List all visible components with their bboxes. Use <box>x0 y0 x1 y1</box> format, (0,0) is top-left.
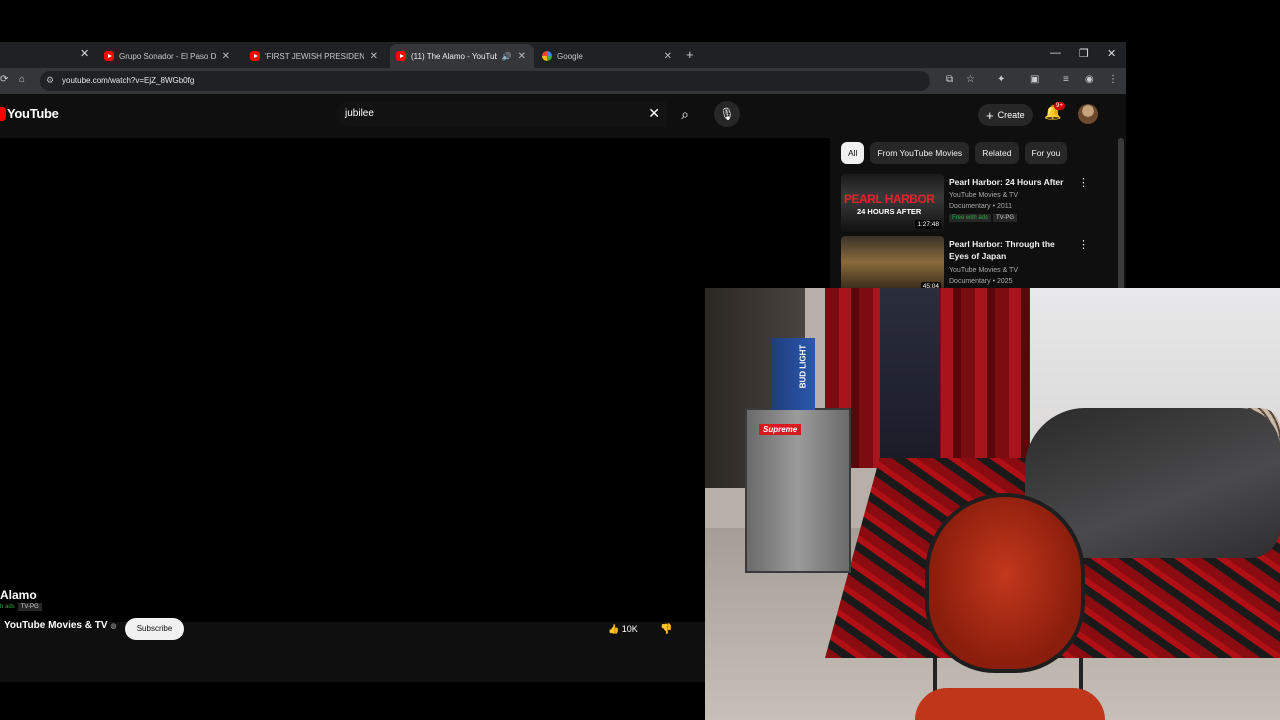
close-tab-icon[interactable]: ✕ <box>80 47 89 60</box>
restore-icon[interactable]: ❐ <box>1079 47 1089 60</box>
thumbs-up-icon: 👍 <box>608 624 620 634</box>
youtube-masthead: YouTube jubilee ✕ ⌕ 🎙 + Create 🔔 9+ <box>0 94 1126 134</box>
recommended-video[interactable]: 45:04 Pearl Harbor: Through the Eyes of … <box>841 236 1111 296</box>
close-tab-icon[interactable]: ✕ <box>222 51 230 62</box>
bookmark-star-icon[interactable]: ☆ <box>966 74 975 85</box>
channel-name[interactable]: YouTube Movies & TV <box>949 265 1018 276</box>
plus-icon: + <box>986 107 994 123</box>
rating-badge: TV-PG <box>17 603 42 611</box>
thumbs-down-icon: 👎 <box>660 624 673 635</box>
site-info-icon[interactable]: ⚙ <box>46 75 54 86</box>
tab-the-alamo[interactable]: (11) The Alamo - YouTube 🔊 ✕ <box>390 44 534 68</box>
chip-from-youtube-movies[interactable]: From YouTube Movies <box>870 142 970 164</box>
duration-badge: 1:27:48 <box>915 220 941 229</box>
chip-for-you[interactable]: For you <box>1024 142 1068 164</box>
tab-title: Google <box>557 51 583 61</box>
tab-grupo-sonador[interactable]: Grupo Sonador - El Paso Del G ✕ <box>98 44 238 68</box>
media-control-icon[interactable]: ≡ <box>1063 74 1069 85</box>
video-title[interactable]: Pearl Harbor: Through the Eyes of Japan <box>949 238 1069 262</box>
new-tab-icon[interactable]: + <box>686 47 694 62</box>
video-thumbnail[interactable]: PEARL HARBOR 24 HOURS AFTER 1:27:48 <box>841 174 944 232</box>
reload-icon[interactable]: ⟳ <box>0 74 8 85</box>
like-count: 10K <box>621 624 638 634</box>
rating-badge: TV-PG <box>993 214 1018 222</box>
search-button[interactable]: ⌕ <box>670 101 700 127</box>
screen: Grupo Sonador - El Paso Del G ✕ 'FIRST J… <box>0 0 1280 720</box>
video-tags: Free with ads TV-PG <box>949 214 1018 222</box>
fridge-sticker: Supreme <box>759 424 802 435</box>
browser-menu-icon[interactable]: ⋮ <box>1108 74 1118 85</box>
webcam-hanging-clothes <box>880 288 940 458</box>
more-actions-icon[interactable]: ⋮ <box>1078 176 1089 189</box>
microphone-icon: 🎙 <box>719 107 735 121</box>
dislike-button[interactable]: 👎 <box>660 624 672 635</box>
install-app-icon[interactable]: ⧉ <box>946 74 953 85</box>
more-actions-icon[interactable]: ⋮ <box>1078 238 1089 251</box>
webcam-beer-box: BUD LIGHT <box>771 338 815 410</box>
youtube-favicon-icon <box>396 51 406 61</box>
search-box[interactable]: jubilee ✕ <box>336 101 666 127</box>
tab-google[interactable]: Google ✕ <box>536 44 680 68</box>
free-with-ads-badge: Free with ads <box>949 214 992 222</box>
video-thumbnail[interactable]: 45:04 <box>841 236 944 294</box>
logo-text: YouTube <box>7 106 59 121</box>
close-tab-icon[interactable]: ✕ <box>518 51 526 62</box>
webcam-chair-seat <box>915 688 1105 720</box>
browser-toolbar: ⟳ ⌂ ⚙ youtube.com/watch?v=EjZ_8WGb0fg ⧉ … <box>0 68 1126 94</box>
channel-name[interactable]: YouTube Movies & TV <box>949 190 1018 201</box>
youtube-logo-icon <box>0 106 6 121</box>
like-button[interactable]: 👍 10K <box>608 624 638 635</box>
chip-all[interactable]: All <box>841 142 865 164</box>
search-icon: ⌕ <box>681 106 689 122</box>
notification-badge: 9+ <box>1054 102 1065 110</box>
split-view-icon[interactable]: ▣ <box>1030 74 1039 85</box>
search-input[interactable]: jubilee <box>345 108 374 119</box>
minimize-icon[interactable]: — <box>1050 47 1061 59</box>
video-tags: h ads TV-PG <box>0 603 42 611</box>
voice-search-button[interactable]: 🎙 <box>714 101 740 127</box>
create-button[interactable]: + Create <box>978 104 1033 126</box>
thumbnail-text: PEARL HARBOR <box>844 192 935 206</box>
tab-strip: Grupo Sonador - El Paso Del G ✕ 'FIRST J… <box>0 42 1126 68</box>
free-with-ads-label: h ads <box>0 604 15 610</box>
address-bar[interactable]: ⚙ youtube.com/watch?v=EjZ_8WGb0fg <box>40 71 930 91</box>
recommended-video[interactable]: PEARL HARBOR 24 HOURS AFTER 1:27:48 Pear… <box>841 174 1111 234</box>
webcam-chair <box>925 493 1085 673</box>
profile-icon[interactable]: ◉ <box>1085 74 1094 85</box>
youtube-logo[interactable]: YouTube <box>0 106 59 121</box>
youtube-favicon-icon <box>104 51 114 61</box>
thumbnail-subtext: 24 HOURS AFTER <box>857 207 922 216</box>
youtube-favicon-icon <box>250 51 260 61</box>
video-meta: Documentary • 2025 <box>949 278 1013 285</box>
video-meta: Documentary • 2011 <box>949 203 1013 210</box>
tab-first-jewish-president[interactable]: 'FIRST JEWISH PRESIDENT': Ad ✕ <box>244 44 386 68</box>
tab-title: 'FIRST JEWISH PRESIDENT': Ad <box>265 51 364 61</box>
close-window-icon[interactable]: ✕ <box>1107 47 1116 60</box>
filter-chips: All From YouTube Movies Related For you <box>841 142 1068 164</box>
tab-title: (11) The Alamo - YouTube <box>411 51 497 61</box>
channel-info[interactable]: YouTube Movies & TV ◍ <box>4 620 116 631</box>
google-favicon-icon <box>542 51 552 61</box>
tab-title: Grupo Sonador - El Paso Del G <box>119 51 216 61</box>
clear-search-icon[interactable]: ✕ <box>648 105 660 122</box>
close-tab-icon[interactable]: ✕ <box>664 51 672 62</box>
video-title: Alamo <box>0 588 37 602</box>
extensions-icon[interactable]: ✦ <box>997 74 1005 85</box>
close-tab-icon[interactable]: ✕ <box>370 51 378 62</box>
beer-box-label: BUD LIGHT <box>798 344 808 389</box>
subscribe-button[interactable]: Subscribe <box>125 618 184 640</box>
verified-icon: ◍ <box>110 623 117 630</box>
create-label: Create <box>997 110 1025 120</box>
url-text: youtube.com/watch?v=EjZ_8WGb0fg <box>62 76 195 85</box>
chip-related[interactable]: Related <box>975 142 1019 164</box>
channel-name[interactable]: YouTube Movies & TV <box>4 620 108 631</box>
webcam-mini-fridge: Supreme <box>745 408 851 573</box>
avatar[interactable] <box>1078 104 1098 124</box>
speaker-icon[interactable]: 🔊 <box>502 52 512 61</box>
home-icon[interactable]: ⌂ <box>19 74 25 85</box>
webcam-overlay: Supreme BUD LIGHT <box>705 288 1280 720</box>
video-title[interactable]: Pearl Harbor: 24 Hours After <box>949 176 1069 188</box>
